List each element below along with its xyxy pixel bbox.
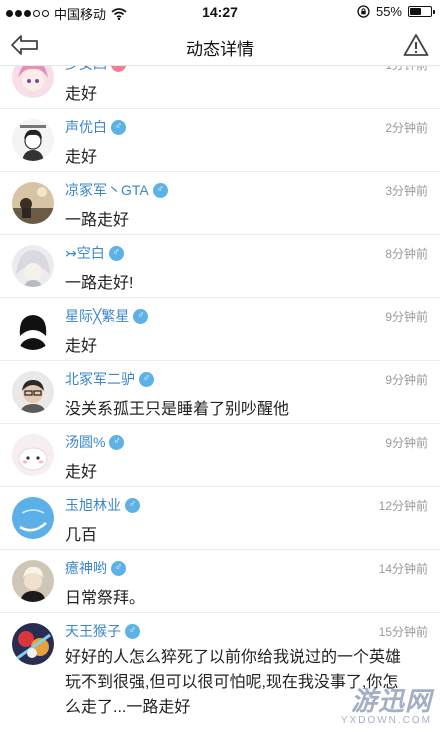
comment-row[interactable]: 声优白 ♂ 2分钟前走好	[0, 109, 440, 172]
battery-level	[410, 8, 421, 15]
comment-list-inner: 少女四♀1分钟前走好声优白♂2分钟前走好凉冢军丶GTA♂3分钟前一路走好↣空白♂…	[0, 66, 440, 716]
comment-text: 一路走好!	[65, 275, 134, 292]
username[interactable]: ↣空白	[65, 243, 105, 263]
username[interactable]: 汤圆%	[65, 432, 105, 452]
avatar[interactable]	[12, 66, 54, 98]
username[interactable]: 少女四	[65, 66, 107, 74]
comment-time: 1分钟前	[385, 66, 428, 73]
username-line: 天王猴子 ♂	[65, 622, 140, 640]
comment-text: 几百	[65, 527, 98, 544]
username[interactable]: 北冢军二驴	[65, 369, 135, 389]
comment-text: 走好	[65, 464, 98, 481]
comment-text: 没关系孤王只是睡着了别吵醒他	[65, 401, 290, 418]
comment-row[interactable]: 玉旭林业 ♂ 12分钟前几百	[0, 487, 440, 550]
gender-male-icon: ♂	[125, 497, 140, 513]
page-title: 动态详情	[186, 40, 254, 59]
watermark: 游迅网 YXDOWN.COM	[341, 681, 432, 726]
comment-row[interactable]: 汤圆% ♂ 9分钟前走好	[0, 424, 440, 487]
comment-time: 9分钟前	[385, 310, 428, 324]
username-line: 声优白 ♂	[65, 118, 126, 136]
username-line: 汤圆% ♂	[65, 432, 125, 452]
status-bar: 中国移动 14:27 55%	[0, 0, 440, 24]
comment-row[interactable]: 癔神哟 ♂ 14分钟前日常祭拜。	[0, 550, 440, 613]
username[interactable]: 癔神哟	[65, 558, 107, 578]
comment-time: 3分钟前	[385, 184, 428, 198]
avatar[interactable]	[12, 371, 54, 413]
avatar[interactable]	[12, 308, 54, 350]
username[interactable]: 星际╳繁星	[65, 306, 129, 326]
gender-male-icon: ♂	[111, 560, 126, 576]
gender-male-icon: ♂	[111, 119, 126, 135]
comment-text: 走好	[65, 149, 98, 166]
avatar[interactable]	[12, 182, 54, 224]
gender-male-icon: ♂	[125, 623, 140, 639]
comment-text: 走好	[65, 338, 98, 355]
comment-row[interactable]: ↣空白 ♂ 8分钟前一路走好!	[0, 235, 440, 298]
comment-row[interactable]: 星际╳繁星 ♂ 9分钟前走好	[0, 298, 440, 361]
battery-percent: 55%	[375, 4, 402, 19]
avatar[interactable]	[12, 560, 54, 602]
username[interactable]: 声优白	[65, 117, 107, 137]
comment-text: 一路走好	[65, 212, 130, 229]
username[interactable]: 凉冢军丶GTA	[65, 180, 149, 200]
comment-time: 15分钟前	[378, 625, 428, 639]
warning-icon	[403, 34, 429, 56]
comment-time: 8分钟前	[385, 247, 428, 261]
username[interactable]: 玉旭林业	[65, 495, 121, 515]
username-line: 北冢军二驴 ♂	[65, 370, 154, 388]
comment-row[interactable]: 凉冢军丶GTA ♂ 3分钟前一路走好	[0, 172, 440, 235]
comment-time: 9分钟前	[385, 373, 428, 387]
comment-row[interactable]: 北冢军二驴 ♂ 9分钟前没关系孤王只是睡着了别吵醒他	[0, 361, 440, 424]
comment-time: 14分钟前	[378, 562, 428, 576]
username-line: 星际╳繁星 ♂	[65, 306, 149, 326]
nav-bar: 动态详情	[0, 24, 440, 66]
avatar[interactable]	[12, 245, 54, 287]
username-line: 少女四 ♀	[65, 66, 126, 73]
username-line: 癔神哟 ♂	[65, 559, 126, 577]
username-line: 玉旭林业 ♂	[65, 496, 140, 514]
comment-time: 12分钟前	[378, 499, 428, 513]
gender-female-icon: ♀	[111, 66, 126, 72]
avatar[interactable]	[12, 623, 54, 665]
gender-male-icon: ♂	[108, 245, 124, 261]
gender-male-icon: ♂	[139, 371, 154, 387]
avatar[interactable]	[12, 434, 54, 476]
avatar[interactable]	[12, 119, 54, 161]
comment-text: 日常祭拜。	[65, 590, 146, 607]
gender-male-icon: ♂	[109, 434, 125, 450]
watermark-main: 游迅网	[350, 686, 432, 716]
report-button[interactable]	[402, 31, 430, 59]
comment-row[interactable]: 少女四 ♀ 1分钟前走好	[0, 66, 440, 109]
avatar[interactable]	[12, 497, 54, 539]
comment-time: 9分钟前	[385, 436, 428, 450]
status-right: 55%	[357, 4, 435, 19]
watermark-sub: YXDOWN.COM	[340, 715, 432, 726]
comment-list[interactable]: 少女四♀1分钟前走好声优白♂2分钟前走好凉冢军丶GTA♂3分钟前一路走好↣空白♂…	[0, 66, 440, 732]
battery-icon	[408, 6, 435, 17]
username-line: 凉冢军丶GTA ♂	[65, 181, 168, 199]
gender-male-icon: ♂	[133, 308, 149, 324]
comment-time: 2分钟前	[385, 121, 428, 135]
rotation-lock-icon	[357, 5, 370, 18]
gender-male-icon: ♂	[152, 182, 168, 198]
username[interactable]: 天王猴子	[65, 621, 121, 641]
comment-text: 走好	[65, 86, 98, 103]
username-line: ↣空白 ♂	[65, 244, 124, 262]
